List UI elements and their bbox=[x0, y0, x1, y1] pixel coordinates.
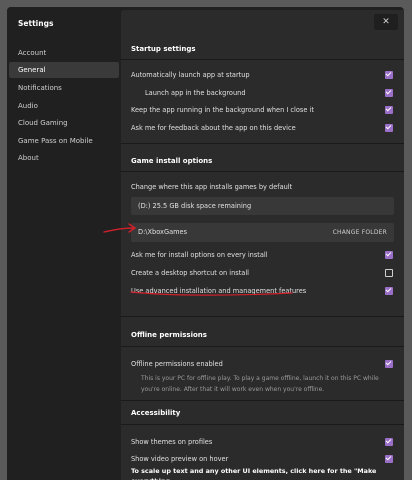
sidebar-item-about[interactable]: About bbox=[9, 150, 119, 166]
launch-background-checkbox[interactable] bbox=[385, 89, 393, 97]
divider bbox=[121, 346, 404, 347]
keep-running-checkbox[interactable] bbox=[385, 106, 393, 114]
divider bbox=[121, 143, 404, 144]
accessibility-section-title: Accessibility bbox=[131, 409, 181, 417]
video-preview-checkbox[interactable] bbox=[385, 455, 393, 463]
offline-section-title: Offline permissions bbox=[131, 331, 207, 339]
launch-background-label: Launch app in the background bbox=[145, 89, 246, 97]
sidebar-item-cloud-gaming[interactable]: Cloud Gaming bbox=[9, 115, 119, 131]
divider bbox=[121, 59, 404, 60]
show-themes-row: Show themes on profiles bbox=[131, 435, 393, 449]
change-folder-button[interactable]: CHANGE FOLDER bbox=[333, 223, 387, 242]
sidebar-item-account[interactable]: Account bbox=[9, 45, 119, 61]
divider bbox=[121, 171, 404, 172]
offline-enabled-checkbox[interactable] bbox=[385, 360, 393, 368]
desktop-shortcut-row: Create a desktop shortcut on install bbox=[131, 266, 393, 280]
app-title: Settings bbox=[18, 19, 54, 28]
advanced-install-checkbox[interactable] bbox=[385, 287, 393, 295]
install-location-label: Change where this app installs games by … bbox=[131, 183, 293, 191]
auto-launch-row: Automatically launch app at startup bbox=[131, 68, 393, 82]
sidebar-item-game-pass-mobile[interactable]: Game Pass on Mobile bbox=[9, 133, 119, 149]
sidebar-item-audio[interactable]: Audio bbox=[9, 98, 119, 114]
advanced-install-label: Use advanced installation and management… bbox=[131, 287, 307, 295]
divider bbox=[121, 400, 404, 401]
startup-section-title: Startup settings bbox=[131, 45, 196, 53]
sidebar: Settings Account General Notifications A… bbox=[7, 7, 120, 480]
divider bbox=[121, 424, 404, 425]
offline-enabled-label: Offline permissions enabled bbox=[131, 360, 223, 368]
ask-install-checkbox[interactable] bbox=[385, 251, 393, 259]
keep-running-label: Keep the app running in the background w… bbox=[131, 106, 314, 114]
settings-window: Settings Account General Notifications A… bbox=[7, 7, 404, 480]
install-section-title: Game install options bbox=[131, 157, 213, 165]
feedback-row: Ask me for feedback about the app on thi… bbox=[131, 121, 393, 135]
keep-running-row: Keep the app running in the background w… bbox=[131, 103, 393, 117]
video-preview-label: Show video preview on hover bbox=[131, 455, 229, 463]
desktop-shortcut-label: Create a desktop shortcut on install bbox=[131, 269, 250, 277]
ask-install-row: Ask me for install options on every inst… bbox=[131, 248, 393, 262]
advanced-install-row: Use advanced installation and management… bbox=[131, 284, 393, 298]
scale-ui-link[interactable]: To scale up text and any other UI elemen… bbox=[131, 466, 401, 480]
launch-background-row: Launch app in the background bbox=[145, 86, 393, 100]
sidebar-item-notifications[interactable]: Notifications bbox=[9, 80, 119, 96]
show-themes-checkbox[interactable] bbox=[385, 438, 393, 446]
close-button[interactable]: ✕ bbox=[374, 14, 398, 30]
show-themes-label: Show themes on profiles bbox=[131, 438, 213, 446]
desktop-shortcut-checkbox[interactable] bbox=[385, 269, 393, 277]
offline-description: This is your PC for offline play. To pla… bbox=[141, 375, 379, 393]
auto-launch-checkbox[interactable] bbox=[385, 71, 393, 79]
install-folder-box: D:\XboxGames CHANGE FOLDER bbox=[131, 223, 394, 242]
divider bbox=[121, 316, 404, 317]
install-drive-dropdown[interactable]: (D:) 25.5 GB disk space remaining bbox=[131, 197, 394, 215]
feedback-label: Ask me for feedback about the app on thi… bbox=[131, 124, 296, 132]
settings-content: ✕ Startup settings Automatically launch … bbox=[121, 10, 404, 480]
ask-install-label: Ask me for install options on every inst… bbox=[131, 251, 268, 259]
auto-launch-label: Automatically launch app at startup bbox=[131, 71, 250, 79]
feedback-checkbox[interactable] bbox=[385, 124, 393, 132]
video-preview-row: Show video preview on hover bbox=[131, 452, 393, 466]
install-drive-value: (D:) 25.5 GB disk space remaining bbox=[138, 202, 252, 210]
sidebar-item-general[interactable]: General bbox=[9, 62, 119, 78]
close-icon: ✕ bbox=[382, 17, 390, 27]
install-folder-path: D:\XboxGames bbox=[138, 228, 188, 236]
offline-enabled-row: Offline permissions enabled bbox=[131, 357, 393, 371]
